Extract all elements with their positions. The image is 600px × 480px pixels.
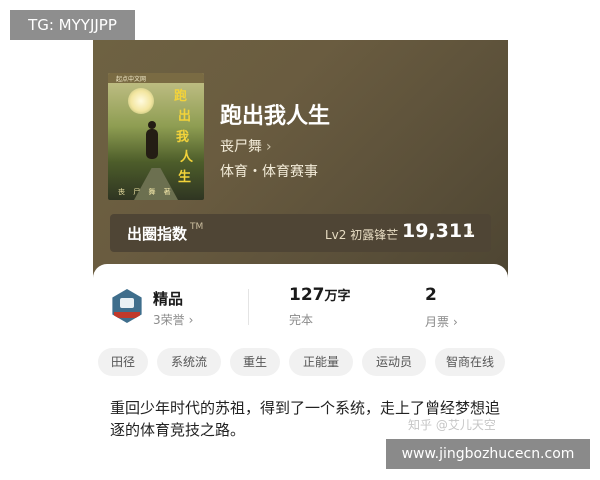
author-name: 丧尸舞 xyxy=(220,139,262,155)
stats-divider xyxy=(248,289,249,325)
monthly-tickets-label: 月票 xyxy=(425,315,450,329)
honors-count: 3荣誉 xyxy=(153,313,185,327)
site-watermark: www.jingbozhucecn.com xyxy=(386,439,590,469)
quality-label: 精品 xyxy=(153,290,184,308)
word-count: 127万字 xyxy=(289,285,351,305)
zhihu-watermark: 知乎 @艾儿天空 xyxy=(408,418,496,432)
honors-link[interactable]: 3荣誉 › xyxy=(153,309,193,328)
runner-head xyxy=(148,121,156,129)
cover-title-char: 出 xyxy=(178,109,192,124)
word-count-unit: 万字 xyxy=(324,289,351,304)
tag-chip[interactable]: 重生 xyxy=(230,348,280,376)
cover-title-char: 人 xyxy=(180,150,194,165)
cover-publisher: 起点中文网 xyxy=(116,76,147,83)
tag-chip[interactable]: 正能量 xyxy=(289,348,353,376)
completion-status: 完本 xyxy=(289,313,314,327)
trademark-mark: TM xyxy=(190,222,204,232)
tag-chip[interactable]: 田径 xyxy=(98,348,148,376)
monthly-tickets-count: 2 xyxy=(425,285,437,305)
badge-book-shape xyxy=(120,298,134,308)
popularity-index-bar[interactable]: 出圈指数 TM Lv2 初露锋芒 19,311 › xyxy=(110,214,491,252)
popularity-label: 出圈指数 xyxy=(127,225,188,243)
tag-chip[interactable]: 智商在线 xyxy=(435,348,505,376)
book-genre: 体育・体育赛事 xyxy=(220,164,318,180)
tag-chip[interactable]: 运动员 xyxy=(362,348,426,376)
author-link[interactable]: 丧尸舞 › xyxy=(220,136,272,156)
cover-author: 丧 尸 舞 著 xyxy=(118,188,174,196)
book-cover[interactable]: 起点中文网 跑 出 我 人 生 丧 尸 舞 著 xyxy=(108,73,204,200)
runner-body xyxy=(146,129,158,159)
chevron-right-icon: › xyxy=(266,139,272,155)
chevron-right-icon: › xyxy=(467,222,474,241)
book-title: 跑出我人生 xyxy=(220,103,331,129)
monthly-tickets-link[interactable]: 月票 › xyxy=(425,311,458,330)
tag-chip[interactable]: 系统流 xyxy=(157,348,221,376)
badge-ribbon xyxy=(114,312,140,318)
chevron-right-icon: › xyxy=(453,315,458,329)
telegram-watermark: TG: MYYJJPP xyxy=(10,10,135,40)
cover-title-char: 跑 xyxy=(174,89,188,104)
popularity-value: 19,311 xyxy=(402,220,476,242)
popularity-level: Lv2 初露锋芒 xyxy=(325,228,399,242)
cover-title-char: 生 xyxy=(178,170,192,185)
chevron-right-icon: › xyxy=(188,313,194,327)
word-count-number: 127 xyxy=(289,285,325,305)
cover-title-char: 我 xyxy=(176,130,190,145)
cover-sun xyxy=(128,88,154,114)
